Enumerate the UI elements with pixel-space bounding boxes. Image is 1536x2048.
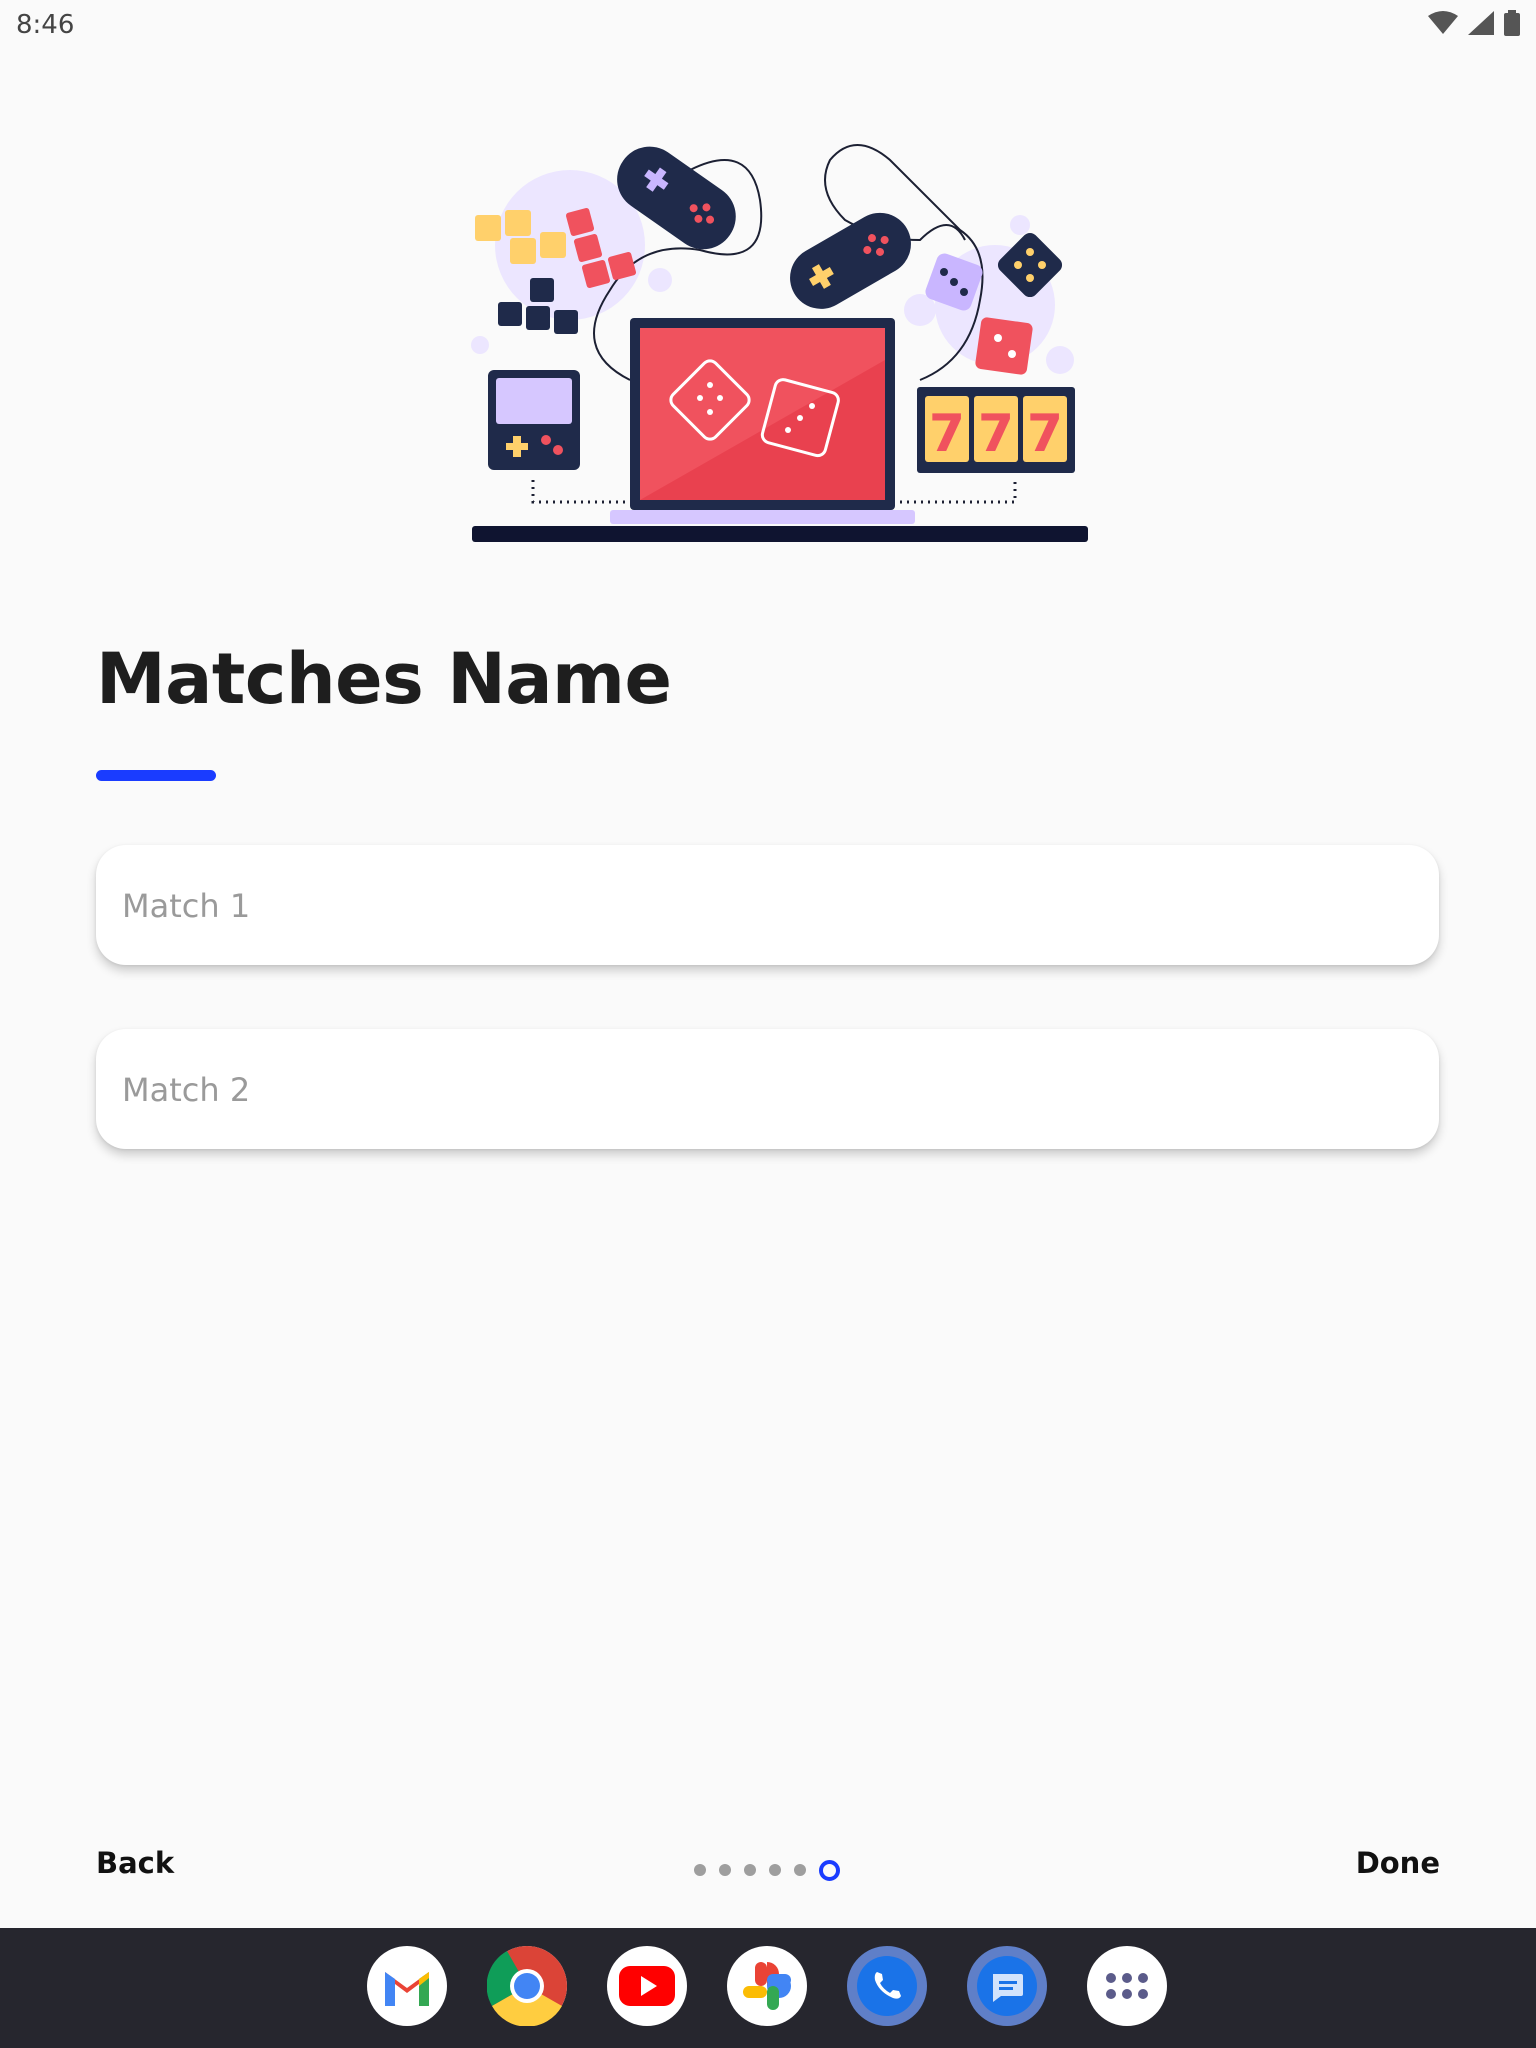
photos-icon[interactable] xyxy=(727,1946,807,2026)
status-bar: 8:46 xyxy=(0,0,1536,52)
onboarding-screen: 8:46 7 7 7 Matches Name Match 1 Match 2 … xyxy=(0,0,1536,2048)
page-dot xyxy=(744,1864,756,1876)
page-dot xyxy=(719,1864,731,1876)
page-title: Matches Name xyxy=(96,638,672,720)
gmail-icon[interactable] xyxy=(367,1946,447,2026)
messages-icon[interactable] xyxy=(967,1946,1047,2026)
done-button[interactable]: Done xyxy=(1356,1846,1440,1880)
page-dot xyxy=(769,1864,781,1876)
app-drawer-icon[interactable] xyxy=(1087,1946,1167,2026)
battery-icon xyxy=(1504,10,1520,41)
status-icons xyxy=(1428,10,1520,41)
title-underline xyxy=(96,770,216,781)
status-time: 8:46 xyxy=(16,10,75,40)
page-dot-active xyxy=(819,1859,840,1881)
match-2-field[interactable] xyxy=(96,1029,1439,1151)
page-indicator xyxy=(694,1858,840,1882)
back-button[interactable]: Back xyxy=(96,1846,174,1880)
chrome-icon[interactable] xyxy=(487,1946,567,2026)
page-dot xyxy=(694,1864,706,1876)
gaming-illustration: 7 7 7 xyxy=(460,130,1100,550)
match-1-input[interactable] xyxy=(120,845,1414,967)
match-1-field[interactable] xyxy=(96,845,1439,967)
dock-apps xyxy=(367,1946,1167,2026)
signal-icon xyxy=(1468,11,1494,40)
page-dot xyxy=(794,1864,806,1876)
svg-text:7: 7 xyxy=(1027,404,1063,464)
phone-icon[interactable] xyxy=(847,1946,927,2026)
svg-text:7: 7 xyxy=(929,404,965,464)
svg-text:7: 7 xyxy=(978,404,1014,464)
youtube-icon[interactable] xyxy=(607,1946,687,2026)
match-2-input[interactable] xyxy=(120,1029,1414,1151)
app-dock xyxy=(0,1928,1536,2048)
wifi-icon xyxy=(1428,11,1458,40)
